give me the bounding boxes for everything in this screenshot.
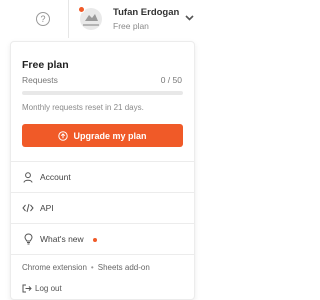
- menu-item-whats-new[interactable]: What's new: [11, 226, 194, 252]
- divider: [11, 254, 194, 255]
- menu-item-label: Account: [40, 172, 71, 182]
- user-menu-button[interactable]: Tufan Erdogan Free plan: [69, 0, 205, 38]
- sheets-addon-link[interactable]: Sheets add-on: [98, 263, 150, 272]
- arrow-up-circle-icon: [58, 130, 69, 141]
- requests-progress-bar: [22, 91, 183, 95]
- help-icon[interactable]: ?: [36, 12, 50, 26]
- requests-label: Requests: [22, 75, 58, 85]
- extension-links: Chrome extension • Sheets add-on: [22, 263, 150, 272]
- chevron-down-icon: [185, 15, 194, 21]
- user-plan: Free plan: [113, 21, 149, 31]
- user-icon: [22, 171, 34, 183]
- lightbulb-icon: [22, 233, 34, 245]
- upgrade-plan-label: Upgrade my plan: [73, 130, 147, 141]
- requests-count: 0 / 50: [160, 75, 182, 85]
- divider: [11, 223, 194, 224]
- menu-item-account[interactable]: Account: [11, 164, 194, 190]
- account-dropdown-panel: Free plan Requests 0 / 50 Monthly reques…: [10, 41, 195, 300]
- menu-item-api[interactable]: API: [11, 195, 194, 221]
- new-badge-dot: [93, 238, 97, 242]
- menu-item-label: What's new: [40, 234, 84, 244]
- menu-item-label: API: [40, 203, 54, 213]
- plan-title: Free plan: [22, 59, 69, 71]
- code-icon: [22, 202, 34, 214]
- reset-notice: Monthly requests reset in 21 days.: [22, 103, 144, 112]
- divider: [11, 192, 194, 193]
- logout-icon: [22, 284, 32, 293]
- dot-separator: •: [90, 263, 94, 272]
- top-bar: ? Tufan Erdogan Free plan: [0, 0, 205, 38]
- chrome-extension-link[interactable]: Chrome extension: [22, 263, 87, 272]
- avatar-image: [83, 14, 99, 26]
- upgrade-plan-button[interactable]: Upgrade my plan: [22, 124, 183, 147]
- user-name: Tufan Erdogan: [113, 7, 180, 18]
- logout-label: Log out: [35, 284, 62, 293]
- notification-dot: [78, 6, 85, 13]
- divider: [11, 161, 194, 162]
